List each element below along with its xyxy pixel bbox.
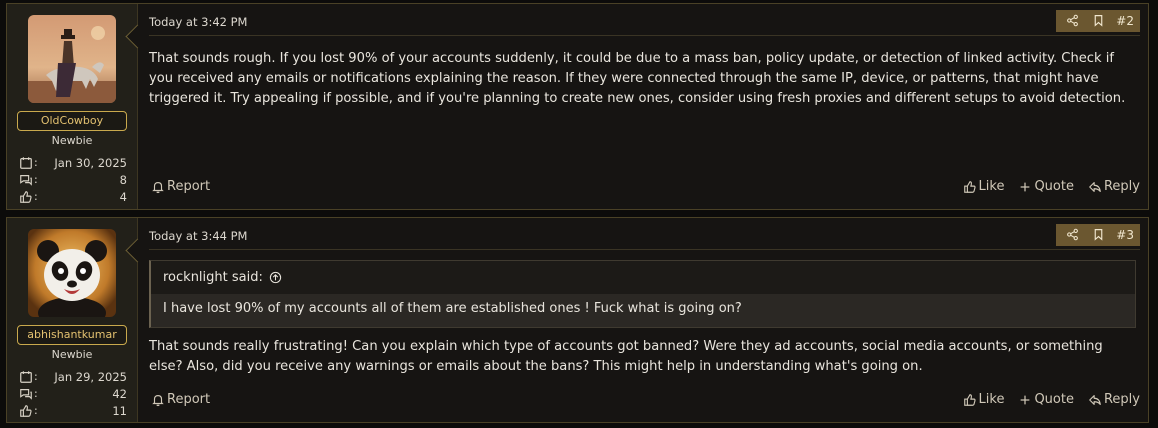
plus-icon	[1021, 395, 1030, 404]
user-role: Newbie	[51, 348, 93, 361]
bookmark-button[interactable]	[1086, 224, 1110, 246]
reply-button[interactable]: Reply	[1088, 179, 1140, 194]
share-button[interactable]	[1060, 10, 1084, 32]
thumbs-up-icon	[20, 404, 32, 417]
user-role: Newbie	[51, 134, 93, 147]
stat-messages: : 42	[19, 385, 127, 402]
messages-icon	[20, 174, 32, 186]
post-main: Today at 3:42 PM #2 That sounds rough. I…	[138, 4, 1148, 209]
like-label: Like	[978, 179, 1005, 194]
post-header: Today at 3:42 PM #2	[149, 9, 1140, 36]
joined-date: Jan 29, 2025	[54, 369, 127, 384]
plus-icon	[1021, 182, 1030, 191]
quote-header: rocknlight said:	[151, 261, 1135, 294]
bookmark-icon	[1094, 229, 1103, 241]
share-button[interactable]	[1060, 224, 1084, 246]
post-date[interactable]: Today at 3:42 PM	[149, 15, 247, 29]
thumbs-up-icon	[963, 393, 976, 406]
user-stats: : Jan 29, 2025 : 42 : 11	[19, 368, 127, 419]
stat-reactions: : 4	[19, 188, 127, 205]
post-header: Today at 3:44 PM #3	[149, 223, 1140, 250]
username[interactable]: OldCowboy	[17, 111, 127, 131]
like-label: Like	[978, 392, 1005, 407]
post-tools: #3	[1056, 223, 1140, 246]
avatar[interactable]	[28, 15, 116, 103]
avatar[interactable]	[28, 229, 116, 317]
quote-block: rocknlight said: I have lost 90% of my a…	[149, 260, 1136, 328]
user-stats: : Jan 30, 2025 : 8 : 4	[19, 154, 127, 205]
arrow-up-circle-icon[interactable]	[269, 271, 282, 284]
stat-joined: : Jan 30, 2025	[19, 154, 127, 171]
user-panel: OldCowboy Newbie : Jan 30, 2025 : 8: 4	[7, 4, 138, 209]
post-number[interactable]: #2	[1112, 14, 1134, 28]
quote-label: Quote	[1034, 392, 1074, 407]
report-label: Report	[167, 392, 211, 407]
calendar-icon	[20, 370, 32, 383]
like-button[interactable]: Like	[963, 179, 1005, 194]
stat-joined: : Jan 29, 2025	[19, 368, 127, 385]
post: abhishantkumar Newbie : Jan 29, 2025 : 4…	[6, 217, 1149, 423]
message-count: 42	[112, 386, 127, 401]
reply-icon	[1089, 394, 1101, 405]
reply-label: Reply	[1103, 179, 1140, 194]
report-button[interactable]: Report	[151, 392, 210, 407]
post-number[interactable]: #3	[1112, 228, 1134, 242]
user-panel: abhishantkumar Newbie : Jan 29, 2025 : 4…	[7, 218, 138, 422]
message-count: 8	[119, 172, 127, 187]
stat-reactions: : 11	[19, 402, 127, 419]
share-icon	[1066, 14, 1078, 27]
post-message: That sounds rough. If you lost 90% of yo…	[149, 51, 1126, 106]
post-date[interactable]: Today at 3:44 PM	[149, 229, 247, 243]
post: OldCowboy Newbie : Jan 30, 2025 : 8: 4 …	[6, 3, 1149, 210]
thumbs-up-icon	[963, 180, 976, 193]
bookmark-button[interactable]	[1086, 10, 1110, 32]
quote-text: I have lost 90% of my accounts all of th…	[151, 294, 1135, 327]
quote-button[interactable]: Quote	[1018, 392, 1074, 407]
stat-messages: : 8	[19, 171, 127, 188]
share-icon	[1066, 228, 1078, 241]
quote-label: Quote	[1034, 179, 1074, 194]
username[interactable]: abhishantkumar	[17, 325, 127, 345]
report-label: Report	[167, 179, 211, 194]
reply-icon	[1089, 181, 1101, 192]
quote-author[interactable]: rocknlight said:	[163, 270, 263, 285]
post-actions: Like Quote Reply	[963, 392, 1140, 407]
calendar-icon	[20, 156, 32, 169]
post-tools: #2	[1056, 9, 1140, 32]
bell-icon	[152, 181, 164, 193]
post-message: That sounds really frustrating! Can you …	[149, 339, 1103, 374]
quote-button[interactable]: Quote	[1018, 179, 1074, 194]
report-button[interactable]: Report	[151, 179, 210, 194]
reply-label: Reply	[1103, 392, 1140, 407]
bell-icon	[152, 394, 164, 406]
post-actions: Like Quote Reply	[963, 179, 1140, 194]
post-footer: Report Like Quote Reply	[151, 392, 1140, 407]
reply-button[interactable]: Reply	[1088, 392, 1140, 407]
reaction-count: 4	[119, 189, 127, 204]
reaction-count: 11	[112, 403, 127, 418]
post-main: Today at 3:44 PM #3 rocknlight said: I h…	[138, 218, 1148, 422]
thumbs-up-icon	[20, 190, 32, 203]
joined-date: Jan 30, 2025	[54, 155, 127, 170]
bookmark-icon	[1094, 15, 1103, 27]
post-footer: Report Like Quote Reply	[151, 179, 1140, 194]
messages-icon	[20, 388, 32, 400]
like-button[interactable]: Like	[963, 392, 1005, 407]
